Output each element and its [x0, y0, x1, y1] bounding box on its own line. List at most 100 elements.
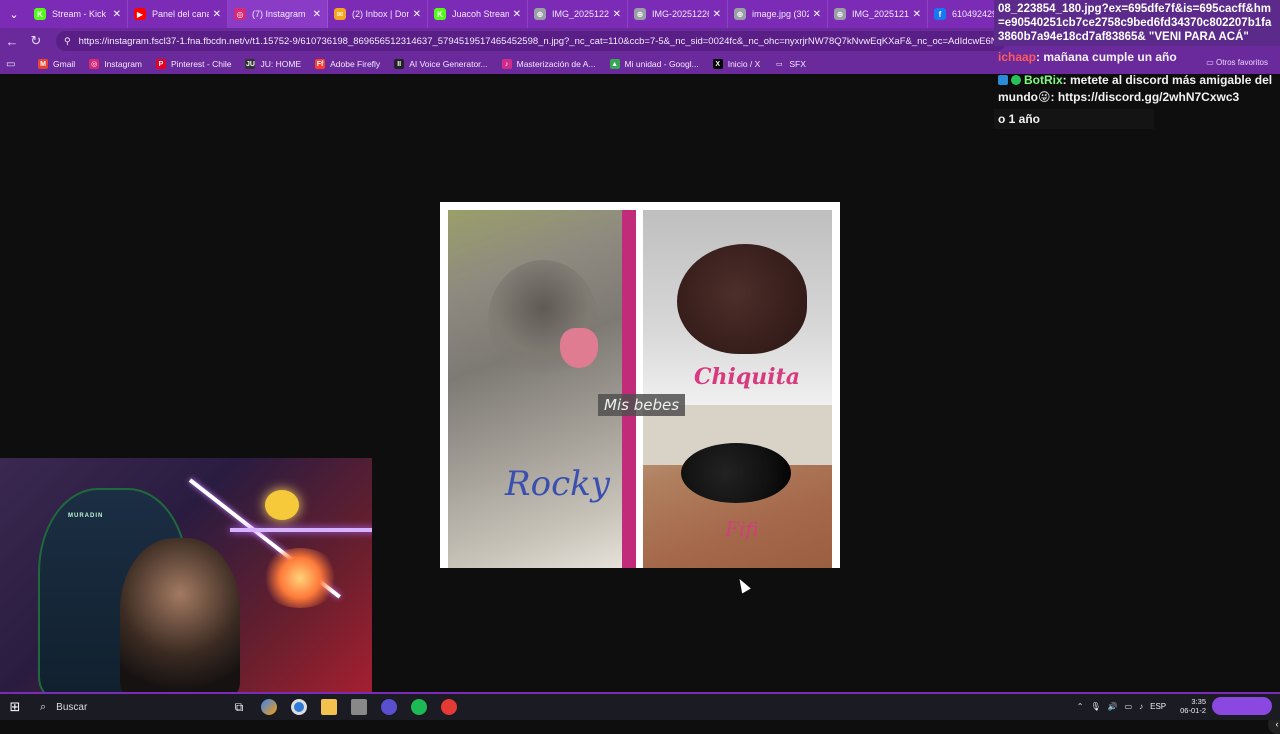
bookmark-favicon-icon: Ff — [315, 59, 326, 69]
chat-url-message: 08_223854_180.jpg?ex=695dfe7f&is=695cacf… — [994, 0, 1280, 46]
chat-message-partial: o 1 año — [994, 109, 1154, 129]
tab-favicon-icon: ✉ — [334, 8, 346, 20]
tab-title: Juacoh Stream - V — [452, 9, 509, 19]
tab-favicon-icon: ◎ — [234, 8, 246, 20]
chat-username: BotRix — [1024, 73, 1063, 87]
bookmark-item[interactable]: JU JU: HOME — [245, 59, 301, 69]
pets-collage-image: Rocky Chiquita Fifi Mis bebes — [440, 202, 840, 568]
search-icon: ⌕ — [40, 700, 47, 713]
browser-tab[interactable]: K Stream - Kick Dash ✕ — [28, 0, 128, 28]
warm-lights — [260, 548, 340, 608]
collage-divider — [636, 210, 643, 568]
tab-favicon-icon: ⊕ — [534, 8, 546, 20]
tab-close-icon[interactable]: ✕ — [813, 9, 821, 20]
tab-title: (7) Instagram — [252, 9, 306, 19]
volume-icon[interactable]: 🔊 — [1108, 702, 1118, 711]
chiquita-label: Chiquita — [694, 364, 801, 390]
store-icon[interactable] — [344, 694, 374, 720]
image-caption: Mis bebes — [598, 394, 686, 416]
reload-icon[interactable]: ↻ — [24, 29, 48, 53]
bookmark-favicon-icon: P — [156, 59, 166, 69]
bookmark-favicon-icon: ♪ — [501, 59, 512, 69]
browser-tab[interactable]: ◎ (7) Instagram ✕ — [228, 0, 328, 28]
tab-favicon-icon: ⊕ — [734, 8, 746, 20]
apps-icon[interactable]: ▭ — [6, 59, 24, 70]
browser-tab[interactable]: ⊕ IMG_20251211_0 ✕ — [828, 0, 928, 28]
tab-title: Panel del canal - Y — [152, 9, 209, 19]
tray-chevron-icon[interactable]: ⌃ — [1077, 702, 1084, 711]
tab-search-icon[interactable]: ⌄ — [0, 0, 28, 28]
chat-message: BotRix: metete al discord más amigable d… — [994, 69, 1280, 109]
bookmark-item[interactable]: ▲ Mi unidad - Googl... — [609, 59, 699, 69]
chrome-icon[interactable] — [284, 694, 314, 720]
tab-close-icon[interactable]: ✕ — [313, 9, 321, 20]
file-explorer-icon[interactable] — [314, 694, 344, 720]
system-tray: ⌃ 🎙 🔊 ▭ ♪ ESP 3:35 06-01-2 — [1070, 697, 1272, 715]
bookmark-item[interactable]: M Gmail — [38, 59, 75, 69]
tab-close-icon[interactable]: ✕ — [213, 9, 221, 20]
bookmark-label: Inicio / X — [727, 59, 761, 69]
browser-tab[interactable]: ✉ (2) Inbox | Donoc ✕ — [328, 0, 428, 28]
tab-title: IMG_20251221_1 — [552, 9, 609, 19]
bookmark-favicon-icon: ◎ — [89, 59, 100, 69]
tab-favicon-icon: ⊕ — [634, 8, 646, 20]
speaker-icon[interactable]: ♪ — [1139, 702, 1143, 711]
language-indicator[interactable]: ESP — [1150, 702, 1166, 711]
tab-title: IMG-20251226-W — [652, 9, 709, 19]
tab-title: (2) Inbox | Donoc — [352, 9, 409, 19]
tab-title: Stream - Kick Dash — [52, 9, 109, 19]
search-placeholder: Buscar — [56, 701, 88, 713]
bot-badge-icon — [1011, 75, 1021, 85]
site-info-icon[interactable]: ⚲ — [64, 36, 71, 47]
browser-tab[interactable]: ⊕ IMG_20251221_1 ✕ — [528, 0, 628, 28]
fifi-label: Fifi — [725, 517, 759, 541]
taskbar-search[interactable]: ⌕ Buscar — [34, 696, 224, 718]
browser-tab[interactable]: ⊕ image.jpg (3024 ✕ — [728, 0, 828, 28]
bookmark-item[interactable]: ♪ Masterización de A... — [501, 59, 596, 69]
clock[interactable]: 3:35 06-01-2 — [1173, 697, 1206, 715]
browser-tab[interactable]: ⊕ IMG-20251226-W ✕ — [628, 0, 728, 28]
tab-close-icon[interactable]: ✕ — [513, 9, 521, 20]
address-bar[interactable]: ⚲ https://instagram.fscl37-1.fna.fbcdn.n… — [56, 31, 1006, 51]
obs-icon[interactable] — [374, 694, 404, 720]
copilot-icon[interactable] — [254, 694, 284, 720]
tab-title: IMG_20251211_0 — [852, 9, 909, 19]
tab-close-icon[interactable]: ✕ — [913, 9, 921, 20]
neon-light-strip — [230, 528, 372, 532]
browser-tab[interactable]: K Juacoh Stream - V ✕ — [428, 0, 528, 28]
obs-studio-icon[interactable] — [434, 694, 464, 720]
tab-close-icon[interactable]: ✕ — [413, 9, 421, 20]
tab-close-icon[interactable]: ✕ — [113, 9, 121, 20]
banana-neon-sign — [265, 490, 299, 520]
browser-tab[interactable]: ▶ Panel del canal - Y ✕ — [128, 0, 228, 28]
bookmark-item[interactable]: ◎ Instagram — [89, 59, 142, 69]
tab-close-icon[interactable]: ✕ — [713, 9, 721, 20]
bookmark-label: AI Voice Generator... — [409, 59, 488, 69]
bookmark-favicon-icon: M — [38, 59, 48, 69]
windows-start-icon[interactable]: ⊞ — [0, 694, 30, 720]
task-view-icon[interactable]: ⧉ — [224, 694, 254, 720]
back-icon[interactable]: ← — [0, 29, 24, 53]
tab-favicon-icon: f — [934, 8, 946, 20]
microphone-icon[interactable]: 🎙 — [1090, 702, 1100, 711]
spotify-icon[interactable] — [404, 694, 434, 720]
bookmark-item[interactable]: Ff Adobe Firefly — [315, 59, 380, 69]
streamer — [120, 538, 240, 692]
bookmark-item[interactable]: II AI Voice Generator... — [394, 59, 488, 69]
clock-time: 3:35 — [1191, 697, 1206, 706]
webcam-overlay: MURADIN — [0, 458, 372, 692]
verified-badge-icon — [998, 75, 1008, 85]
tab-favicon-icon: ⊕ — [834, 8, 846, 20]
dog-tongue — [560, 328, 598, 368]
bookmark-item[interactable]: X Inicio / X — [712, 59, 761, 69]
notification-widget[interactable] — [1212, 697, 1272, 715]
bookmark-item[interactable]: ▭ SFX — [774, 59, 806, 69]
bookmark-label: JU: HOME — [260, 59, 302, 69]
bookmark-label: Pinterest - Chile — [171, 59, 232, 69]
bookmark-label: Mi unidad - Googl... — [624, 59, 699, 69]
bookmark-item[interactable]: P Pinterest - Chile — [156, 59, 231, 69]
network-icon[interactable]: ▭ — [1125, 702, 1133, 711]
tab-favicon-icon: ▶ — [134, 8, 146, 20]
tab-close-icon[interactable]: ✕ — [613, 9, 621, 20]
taskbar: ⊞ ⌕ Buscar ⧉ ⌃ 🎙 🔊 ▭ ♪ ESP 3:35 06-01-2 — [0, 692, 1280, 720]
